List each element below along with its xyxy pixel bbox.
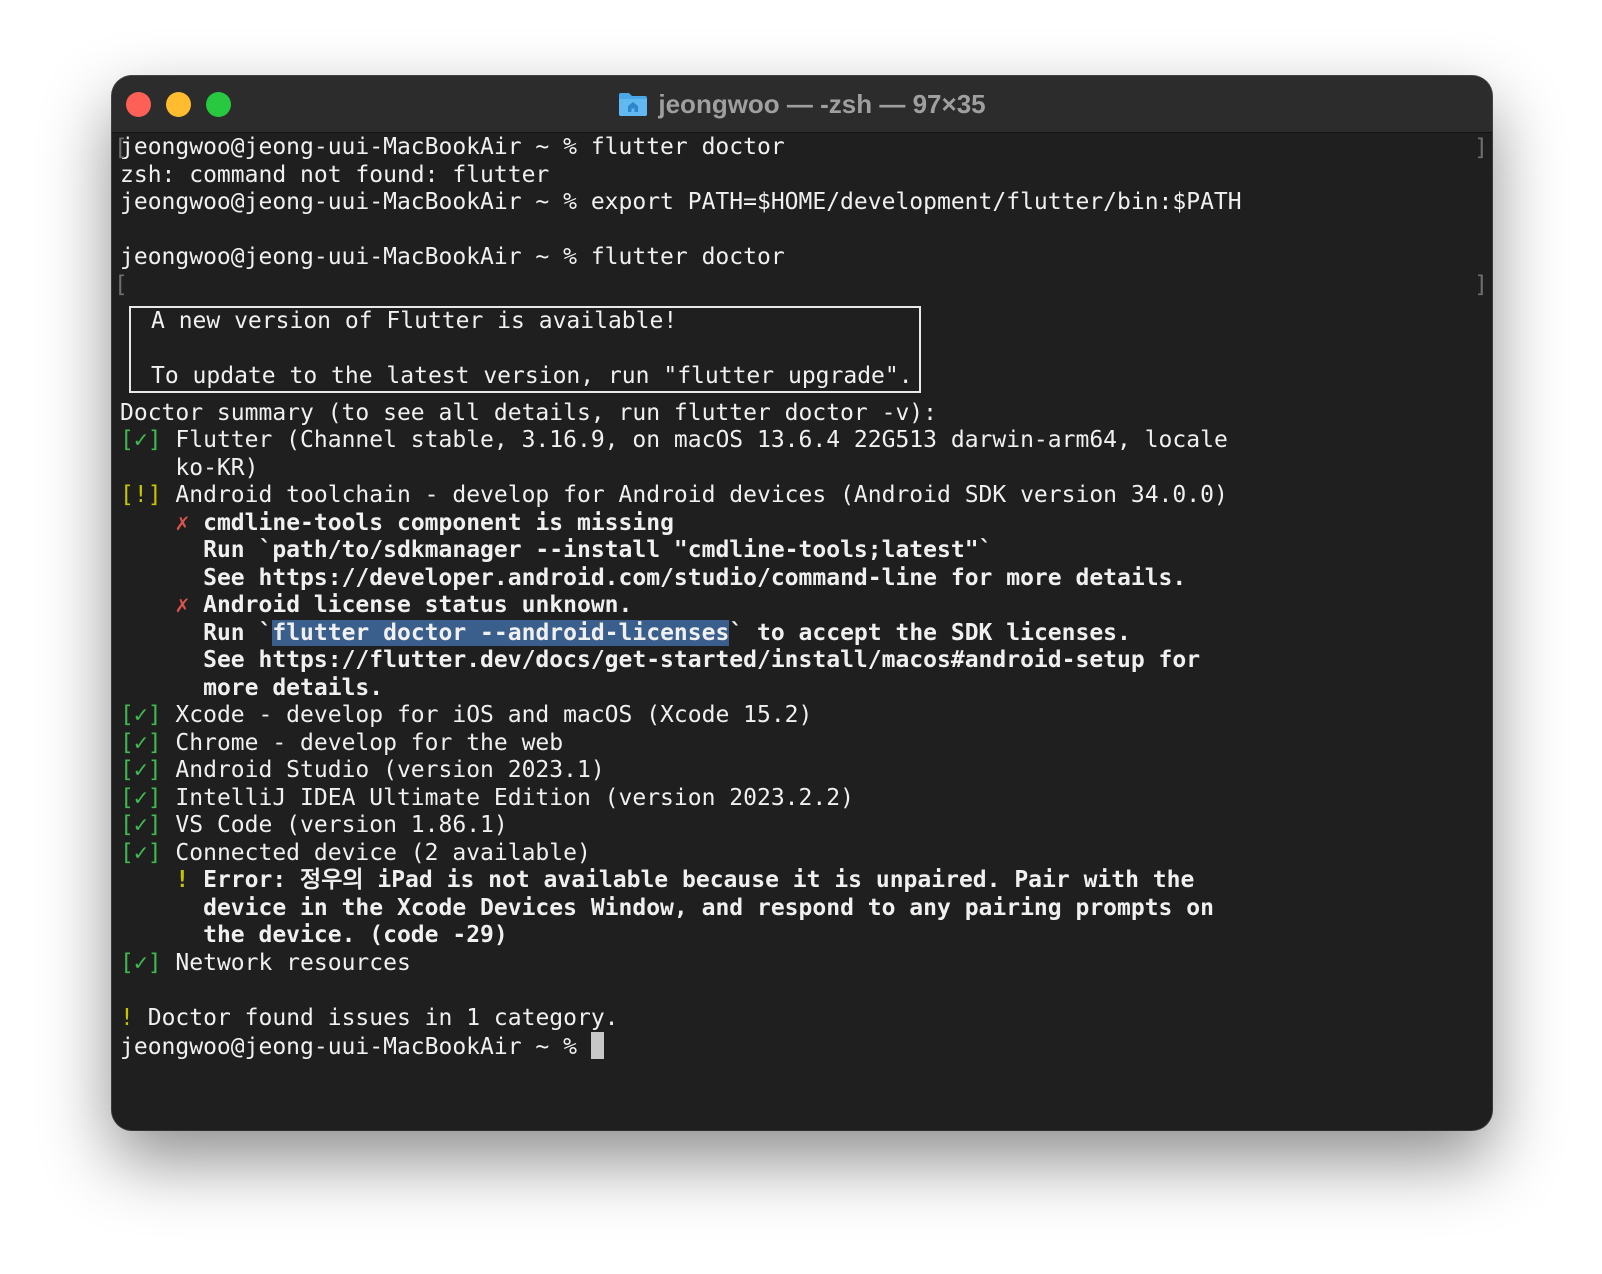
issue-line: Run `path/to/sdkmanager --install "cmdli… (120, 537, 1484, 565)
home-folder-icon (618, 91, 648, 124)
warning-bang-icon: ! (120, 1004, 134, 1031)
check-icon: [✓] (120, 757, 162, 783)
window-title-area: jeongwoo — -zsh — 97×35 (112, 88, 1492, 120)
mark-bracket: [ (114, 135, 128, 161)
check-text: Network resources (175, 949, 411, 976)
check-text: IntelliJ IDEA Ultimate Edition (version … (175, 784, 854, 811)
issue-text: See https://developer.android.com/studio… (203, 564, 1187, 591)
check-row: [✓] Chrome - develop for the web (120, 730, 1484, 758)
issue-text: ` to accept the SDK licenses. (729, 619, 1131, 646)
issue-text: device in the Xcode Devices Window, and … (203, 894, 1214, 921)
terminal-line: jeongwoo@jeong-uui-MacBookAir ~ % flutte… (120, 244, 1484, 272)
check-text: Chrome - develop for the web (175, 729, 564, 756)
terminal-line: jeongwoo@jeong-uui-MacBookAir ~ % flutte… (120, 134, 1484, 162)
check-text: Android Studio (version 2023.1) (175, 757, 605, 783)
selected-text[interactable]: flutter doctor --android-licenses (272, 619, 730, 646)
banner-line: A new version of Flutter is available! (151, 308, 678, 334)
issue-line: the device. (code -29) (120, 922, 1484, 950)
check-text: Flutter (Channel stable, 3.16.9, on macO… (175, 427, 1228, 453)
issue-line: Run `flutter doctor --android-licenses` … (120, 619, 1484, 648)
check-icon: [✓] (120, 729, 162, 756)
title-bar[interactable]: jeongwoo — -zsh — 97×35 (112, 76, 1492, 133)
check-row: [✓] IntelliJ IDEA Ultimate Edition (vers… (120, 785, 1484, 813)
check-row: [✓] Flutter (Channel stable, 3.16.9, on … (120, 427, 1484, 455)
issue-line: ✗ cmdline-tools component is missing (120, 510, 1484, 538)
terminal-window: jeongwoo — -zsh — 97×35 [ ] [ ] jeongwoo… (112, 76, 1492, 1130)
shell-prompt: jeongwoo@jeong-uui-MacBookAir ~ % (120, 189, 591, 215)
banner-line: To update to the latest version, run "fl… (151, 363, 913, 389)
error-x-icon: ✗ (175, 509, 190, 536)
check-text: ko-KR) (175, 454, 259, 481)
check-row: [✓] Xcode - develop for iOS and macOS (X… (120, 702, 1484, 730)
window-title: jeongwoo — -zsh — 97×35 (658, 89, 986, 119)
issues-text: Doctor found issues in 1 category. (147, 1004, 619, 1031)
shell-prompt: jeongwoo@jeong-uui-MacBookAir ~ % (120, 1034, 591, 1060)
error-x-icon: ✗ (175, 592, 190, 618)
check-row: [✓] VS Code (version 1.86.1) (120, 812, 1484, 840)
check-text: VS Code (version 1.86.1) (175, 812, 508, 838)
issue-text: Android license status unknown. (203, 592, 633, 618)
mark-bracket: [ (114, 272, 128, 298)
check-icon: [✓] (120, 784, 162, 811)
command-text: export PATH=$HOME/development/flutter/bi… (590, 189, 1242, 215)
warning-bang-icon: ! (175, 867, 190, 893)
issues-summary: ! Doctor found issues in 1 category. (120, 1005, 1484, 1033)
terminal-line: jeongwoo@jeong-uui-MacBookAir ~ % (120, 1032, 1484, 1060)
issue-text: more details. (203, 674, 384, 701)
check-row: [✓] Network resources (120, 950, 1484, 978)
issue-text: the device. (code -29) (203, 922, 508, 948)
issue-line: ✗ Android license status unknown. (120, 592, 1484, 620)
upgrade-banner: A new version of Flutter is available! T… (129, 306, 921, 393)
check-icon: [✓] (120, 812, 162, 838)
check-row-cont: ko-KR) (120, 455, 1484, 483)
shell-prompt: jeongwoo@jeong-uui-MacBookAir ~ % (120, 134, 591, 160)
text-cursor[interactable] (590, 1032, 604, 1059)
check-icon: [✓] (120, 949, 162, 976)
command-text: flutter doctor (590, 134, 785, 160)
issue-line: more details. (120, 675, 1484, 703)
mark-bracket: ] (1474, 135, 1488, 161)
check-text: Android toolchain - develop for Android … (175, 482, 1228, 508)
issue-text: cmdline-tools component is missing (203, 509, 674, 536)
check-row: [✓] Connected device (2 available) (120, 840, 1484, 868)
terminal-line: jeongwoo@jeong-uui-MacBookAir ~ % export… (120, 189, 1484, 217)
issue-line: See https://developer.android.com/studio… (120, 565, 1484, 593)
check-icon: [✓] (120, 839, 162, 866)
check-row: [✓] Android Studio (version 2023.1) (120, 757, 1484, 785)
shell-prompt: jeongwoo@jeong-uui-MacBookAir ~ % (120, 244, 591, 270)
issue-text: Run `path/to/sdkmanager --install "cmdli… (203, 537, 993, 563)
doctor-summary: Doctor summary (to see all details, run … (120, 399, 937, 426)
terminal-output[interactable]: [ ] [ ] jeongwoo@jeong-uui-MacBookAir ~ … (114, 134, 1488, 1130)
issue-text: Run ` (203, 619, 273, 646)
issue-line: See https://flutter.dev/docs/get-started… (120, 647, 1484, 675)
terminal-line: zsh: command not found: flutter (120, 161, 550, 188)
check-text: Xcode - develop for iOS and macOS (Xcode… (175, 702, 813, 728)
check-icon: [✓] (120, 702, 162, 728)
check-row: [!] Android toolchain - develop for Andr… (120, 482, 1484, 510)
issue-line: ! Error: 정우의 iPad is not available becau… (120, 867, 1484, 895)
command-text: flutter doctor (590, 244, 785, 270)
check-text: Connected device (2 available) (175, 839, 591, 866)
check-icon: [✓] (120, 427, 162, 453)
issue-text: See https://flutter.dev/docs/get-started… (203, 647, 1201, 673)
issue-line: device in the Xcode Devices Window, and … (120, 895, 1484, 923)
issue-text: Error: 정우의 iPad is not available because… (203, 867, 1195, 893)
warning-icon: [!] (120, 482, 162, 508)
mark-bracket: ] (1474, 272, 1488, 298)
